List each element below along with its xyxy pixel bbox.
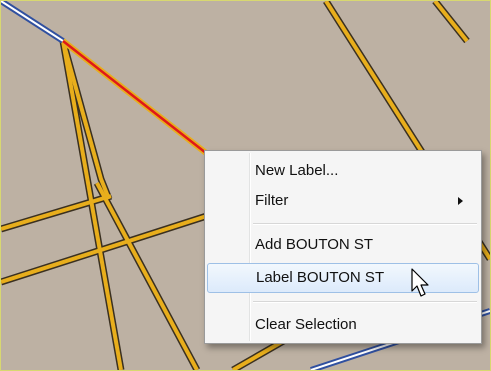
menu-separator	[253, 301, 477, 303]
menu-item-filter[interactable]: Filter	[207, 186, 479, 216]
menu-item-clear-selection[interactable]: Clear Selection	[207, 310, 479, 340]
selected-street-bouton-st[interactable]	[62, 40, 207, 154]
menu-separator	[253, 223, 477, 225]
menu-item-label: New Label...	[255, 162, 339, 179]
menu-item-label: Label BOUTON ST	[256, 269, 385, 286]
submenu-arrow-icon	[458, 197, 463, 205]
street-main-vertical[interactable]	[95, 182, 199, 370]
menu-item-new-label[interactable]: New Label...	[207, 156, 479, 186]
street-top-right[interactable]	[433, 1, 469, 43]
menu-item-label: Add BOUTON ST	[255, 236, 374, 253]
menu-item-label: Clear Selection	[255, 316, 357, 333]
highway-top-left[interactable]	[1, 1, 64, 42]
context-menu: New Label... Filter Add BOUTON ST Label …	[204, 150, 482, 344]
menu-item-add-street[interactable]: Add BOUTON ST	[207, 230, 479, 260]
street-crossing-lower[interactable]	[1, 211, 217, 284]
menu-item-label: Filter	[255, 192, 289, 209]
arrow-pointer-icon	[411, 268, 429, 297]
menu-item-label-street[interactable]: Label BOUTON ST	[207, 263, 479, 293]
